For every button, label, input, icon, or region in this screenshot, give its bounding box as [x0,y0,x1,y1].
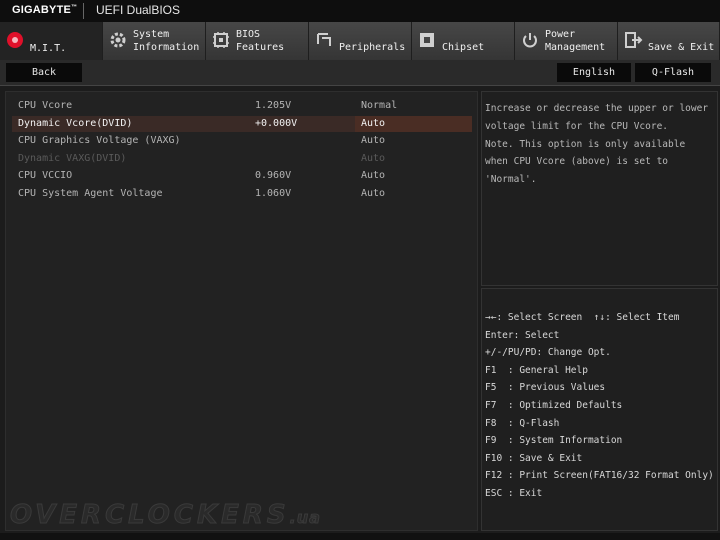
setting-value: 1.205V [255,100,292,111]
back-button[interactable]: Back [6,63,82,82]
setting-name: CPU Vcore [18,100,73,111]
main-tab-bar: M.I.T. System Information BIOS Features Per… [0,22,720,60]
setting-value: 0.960V [255,170,292,182]
product-title: UEFI DualBIOS [96,3,181,17]
setting-name: CPU System Agent Voltage [18,188,163,199]
setting-row[interactable]: Dynamic Vcore(DVID) +0.000V Auto [12,115,472,132]
tab-system-information[interactable]: System Information [103,22,206,60]
setting-option[interactable]: Normal [361,98,397,114]
key-hint: F5 : Previous Values [485,382,606,394]
exit-icon [623,30,643,50]
key-hint: F7 : Optimized Defaults [485,400,623,411]
qflash-button[interactable]: Q-Flash [635,63,711,82]
language-button[interactable]: English [557,63,631,82]
tab-m-i-t[interactable]: M.I.T. [0,22,103,60]
help-line: 'Normal'. [485,174,537,186]
setting-row[interactable]: CPU Vcore 1.205V Normal [12,98,472,114]
tab-chipset[interactable]: Chipset [412,22,515,60]
key-hint: F8 : Q-Flash [485,417,560,429]
tab-label: M.I.T. [30,43,67,54]
setting-option[interactable]: Auto [361,116,385,132]
sub-toolbar: Back English Q-Flash [0,60,720,86]
key-hint: ESC : Exit [485,488,543,499]
setting-row[interactable]: CPU System Agent Voltage 1.060V Auto [12,186,472,202]
setting-name: Dynamic VAXG(DVID) [18,152,127,164]
help-text: Increase or decrease the upper or lower v… [485,100,713,189]
tab-save-exit[interactable]: Save & Exit [618,22,720,60]
brand-logo: GIGABYTE™ [12,4,78,16]
setting-row[interactable]: CPU Graphics Voltage (VAXG) Auto [12,133,472,149]
key-hint: →←: Select Screen ↑↓: Select Item [485,312,680,323]
setting-row[interactable]: CPU VCCIO 0.960V Auto [12,168,472,184]
help-panel: Increase or decrease the upper or lower v… [481,91,718,286]
top-brand-bar: GIGABYTE™ UEFI DualBIOS [0,0,720,22]
mit-icon [5,30,25,50]
tab-label: Peripherals [339,42,406,53]
key-hint: F10 : Save & Exit [485,452,583,464]
setting-name: Dynamic Vcore(DVID) [18,117,133,129]
key-hint: F12 : Print Screen(FAT16/32 Format Only) [485,470,714,482]
watermark: OVERCLOCKERS.ua [10,500,321,531]
brand-divider [83,3,84,19]
key-legend-panel: →←: Select Screen ↑↓: Select Item Enter: … [481,288,718,531]
setting-name: CPU VCCIO [18,170,73,182]
key-hint: Enter: Select [485,329,560,341]
tab-label: Power Management [545,29,606,53]
chip-icon [417,30,437,50]
setting-name: CPU Graphics Voltage (VAXG) [18,135,181,147]
tab-label: Chipset [442,42,485,53]
power-icon [520,30,540,50]
tab-label: BIOS Features [236,29,285,53]
settings-panel: CPU Vcore 1.205V Normal Dynamic Vcore(DVID)… [5,91,478,531]
setting-option[interactable]: Auto [361,168,385,184]
bottom-bar [0,533,720,540]
tab-label: Save & Exit [648,42,715,53]
key-hint: F1 : General Help [485,364,588,376]
tab-bios-features[interactable]: BIOS Features [206,22,309,60]
key-hint: F9 : System Information [485,435,623,447]
help-line: when CPU Vcore (above) is set to [485,156,669,168]
setting-option[interactable]: Auto [361,133,385,149]
key-hint: +/-/PU/PD: Change Opt. [485,347,611,359]
chip-grid-icon [211,30,231,50]
help-line: Note. This option is only available [485,138,686,150]
setting-value: +0.000V [255,117,298,129]
setting-option: Auto [361,152,386,164]
plug-icon [314,30,334,50]
tab-power-management[interactable]: Power Management [515,22,618,60]
setting-value: 1.060V [255,188,292,199]
setting-option[interactable]: Auto [361,186,385,202]
gear-icon [108,30,128,50]
tab-peripherals[interactable]: Peripherals [309,22,412,60]
help-line: voltage limit for the CPU Vcore. [485,120,669,132]
help-line: Increase or decrease the upper or lower [485,103,709,114]
setting-row: Dynamic VAXG(DVID) Auto [12,151,472,167]
tab-label: System Information [133,29,200,53]
